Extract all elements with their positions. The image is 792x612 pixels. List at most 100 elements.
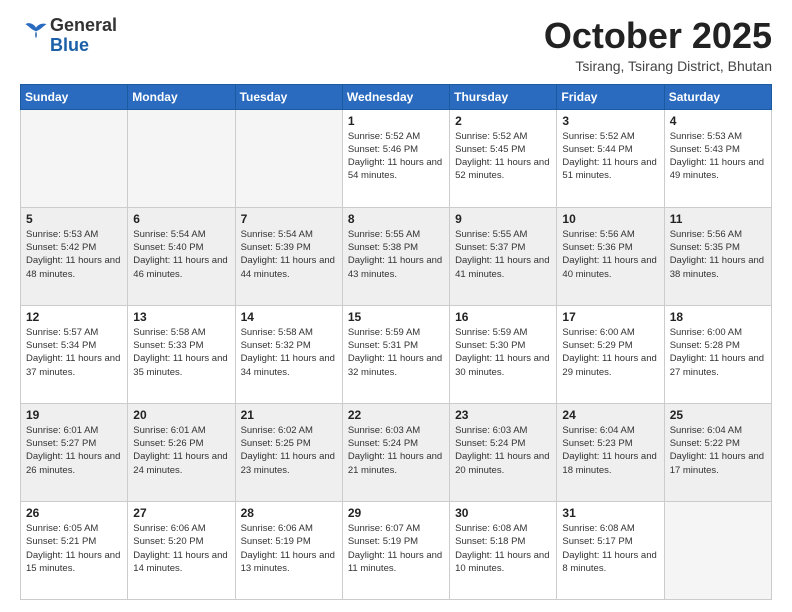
calendar-cell: [235, 109, 342, 207]
calendar-cell: [21, 109, 128, 207]
calendar-cell: 3Sunrise: 5:52 AMSunset: 5:44 PMDaylight…: [557, 109, 664, 207]
title-block: October 2025 Tsirang, Tsirang District, …: [544, 16, 772, 74]
day-number: 4: [670, 114, 766, 128]
day-number: 10: [562, 212, 658, 226]
calendar-cell: 19Sunrise: 6:01 AMSunset: 5:27 PMDayligh…: [21, 403, 128, 501]
calendar-cell: 7 Sunrise: 5:54 AMSunset: 5:39 PMDaylight…: [235, 207, 342, 305]
calendar-cell: 12 Sunrise: 5:57 AMSunset: 5:34 PMDayligh…: [21, 305, 128, 403]
calendar-cell: 28 Sunrise: 6:06 AMSunset: 5:19 PMDayligh…: [235, 501, 342, 599]
location: Tsirang, Tsirang District, Bhutan: [544, 58, 772, 74]
calendar-cell: 11 Sunrise: 5:56 AMSunset: 5:35 PMDayligh…: [664, 207, 771, 305]
day-info: Sunrise: 6:00 AMSunset: 5:28 PMDaylight:…: [670, 326, 766, 379]
day-info: Sunrise: 6:03 AMSunset: 5:24 PMDaylight:…: [455, 424, 551, 477]
day-info: Sunrise: 6:06 AMSunset: 5:20 PMDaylight:…: [133, 522, 229, 575]
calendar-header-row: SundayMondayTuesdayWednesdayThursdayFrid…: [21, 84, 772, 109]
day-number: 6: [133, 212, 229, 226]
day-info: Sunrise: 5:53 AMSunset: 5:42 PMDaylight:…: [26, 228, 122, 281]
calendar-week-row: 19Sunrise: 6:01 AMSunset: 5:27 PMDayligh…: [21, 403, 772, 501]
calendar-table: SundayMondayTuesdayWednesdayThursdayFrid…: [20, 84, 772, 600]
day-number: 28: [241, 506, 337, 520]
day-info: Sunrise: 6:08 AMSunset: 5:17 PMDaylight:…: [562, 522, 658, 575]
calendar-cell: 9 Sunrise: 5:55 AMSunset: 5:37 PMDaylight…: [450, 207, 557, 305]
calendar-cell: 15 Sunrise: 5:59 AMSunset: 5:31 PMDayligh…: [342, 305, 449, 403]
day-number: 20: [133, 408, 229, 422]
day-number: 18: [670, 310, 766, 324]
day-info: Sunrise: 5:53 AMSunset: 5:43 PMDaylight:…: [670, 130, 766, 183]
day-info: Sunrise: 6:06 AMSunset: 5:19 PMDaylight:…: [241, 522, 337, 575]
calendar-week-row: 26Sunrise: 6:05 AMSunset: 5:21 PMDayligh…: [21, 501, 772, 599]
day-info: Sunrise: 5:58 AMSunset: 5:32 PMDaylight:…: [241, 326, 337, 379]
day-number: 2: [455, 114, 551, 128]
calendar-cell: 16Sunrise: 5:59 AMSunset: 5:30 PMDayligh…: [450, 305, 557, 403]
day-number: 12: [26, 310, 122, 324]
calendar-cell: 1 Sunrise: 5:52 AMSunset: 5:46 PMDaylight…: [342, 109, 449, 207]
day-number: 17: [562, 310, 658, 324]
day-number: 5: [26, 212, 122, 226]
col-header-friday: Friday: [557, 84, 664, 109]
day-number: 23: [455, 408, 551, 422]
logo-blue: Blue: [50, 35, 89, 55]
day-number: 13: [133, 310, 229, 324]
logo: General Blue: [20, 16, 117, 56]
day-info: Sunrise: 5:58 AMSunset: 5:33 PMDaylight:…: [133, 326, 229, 379]
day-number: 29: [348, 506, 444, 520]
col-header-tuesday: Tuesday: [235, 84, 342, 109]
day-info: Sunrise: 5:52 AMSunset: 5:46 PMDaylight:…: [348, 130, 444, 183]
day-number: 7: [241, 212, 337, 226]
day-number: 24: [562, 408, 658, 422]
day-info: Sunrise: 5:54 AMSunset: 5:39 PMDaylight:…: [241, 228, 337, 281]
col-header-wednesday: Wednesday: [342, 84, 449, 109]
day-info: Sunrise: 5:57 AMSunset: 5:34 PMDaylight:…: [26, 326, 122, 379]
col-header-monday: Monday: [128, 84, 235, 109]
day-number: 31: [562, 506, 658, 520]
day-info: Sunrise: 6:04 AMSunset: 5:22 PMDaylight:…: [670, 424, 766, 477]
day-info: Sunrise: 6:01 AMSunset: 5:26 PMDaylight:…: [133, 424, 229, 477]
col-header-thursday: Thursday: [450, 84, 557, 109]
calendar-cell: 2 Sunrise: 5:52 AMSunset: 5:45 PMDaylight…: [450, 109, 557, 207]
calendar-cell: 26Sunrise: 6:05 AMSunset: 5:21 PMDayligh…: [21, 501, 128, 599]
day-info: Sunrise: 5:59 AMSunset: 5:31 PMDaylight:…: [348, 326, 444, 379]
day-info: Sunrise: 6:07 AMSunset: 5:19 PMDaylight:…: [348, 522, 444, 575]
calendar-cell: 29 Sunrise: 6:07 AMSunset: 5:19 PMDayligh…: [342, 501, 449, 599]
day-info: Sunrise: 5:55 AMSunset: 5:37 PMDaylight:…: [455, 228, 551, 281]
day-number: 3: [562, 114, 658, 128]
day-number: 11: [670, 212, 766, 226]
day-info: Sunrise: 6:03 AMSunset: 5:24 PMDaylight:…: [348, 424, 444, 477]
day-number: 9: [455, 212, 551, 226]
day-info: Sunrise: 5:56 AMSunset: 5:36 PMDaylight:…: [562, 228, 658, 281]
col-header-saturday: Saturday: [664, 84, 771, 109]
day-info: Sunrise: 5:55 AMSunset: 5:38 PMDaylight:…: [348, 228, 444, 281]
calendar-cell: 10 Sunrise: 5:56 AMSunset: 5:36 PMDayligh…: [557, 207, 664, 305]
calendar-cell: 18 Sunrise: 6:00 AMSunset: 5:28 PMDayligh…: [664, 305, 771, 403]
calendar-cell: 23 Sunrise: 6:03 AMSunset: 5:24 PMDayligh…: [450, 403, 557, 501]
calendar-cell: 30 Sunrise: 6:08 AMSunset: 5:18 PMDayligh…: [450, 501, 557, 599]
day-number: 21: [241, 408, 337, 422]
calendar-cell: 31 Sunrise: 6:08 AMSunset: 5:17 PMDayligh…: [557, 501, 664, 599]
day-number: 8: [348, 212, 444, 226]
calendar-cell: [664, 501, 771, 599]
calendar-cell: 24 Sunrise: 6:04 AMSunset: 5:23 PMDayligh…: [557, 403, 664, 501]
calendar-week-row: 12 Sunrise: 5:57 AMSunset: 5:34 PMDayligh…: [21, 305, 772, 403]
day-number: 15: [348, 310, 444, 324]
day-number: 22: [348, 408, 444, 422]
calendar-cell: 27Sunrise: 6:06 AMSunset: 5:20 PMDayligh…: [128, 501, 235, 599]
day-info: Sunrise: 6:02 AMSunset: 5:25 PMDaylight:…: [241, 424, 337, 477]
calendar-cell: 14 Sunrise: 5:58 AMSunset: 5:32 PMDayligh…: [235, 305, 342, 403]
day-info: Sunrise: 5:56 AMSunset: 5:35 PMDaylight:…: [670, 228, 766, 281]
month-title: October 2025: [544, 16, 772, 56]
day-number: 19: [26, 408, 122, 422]
col-header-sunday: Sunday: [21, 84, 128, 109]
day-info: Sunrise: 6:04 AMSunset: 5:23 PMDaylight:…: [562, 424, 658, 477]
day-number: 30: [455, 506, 551, 520]
day-number: 14: [241, 310, 337, 324]
calendar-cell: 25 Sunrise: 6:04 AMSunset: 5:22 PMDayligh…: [664, 403, 771, 501]
day-number: 25: [670, 408, 766, 422]
day-number: 1: [348, 114, 444, 128]
calendar-cell: 17Sunrise: 6:00 AMSunset: 5:29 PMDayligh…: [557, 305, 664, 403]
day-info: Sunrise: 5:52 AMSunset: 5:45 PMDaylight:…: [455, 130, 551, 183]
calendar-cell: [128, 109, 235, 207]
day-info: Sunrise: 6:08 AMSunset: 5:18 PMDaylight:…: [455, 522, 551, 575]
day-info: Sunrise: 6:05 AMSunset: 5:21 PMDaylight:…: [26, 522, 122, 575]
calendar-cell: 5 Sunrise: 5:53 AMSunset: 5:42 PMDaylight…: [21, 207, 128, 305]
calendar-week-row: 1 Sunrise: 5:52 AMSunset: 5:46 PMDaylight…: [21, 109, 772, 207]
